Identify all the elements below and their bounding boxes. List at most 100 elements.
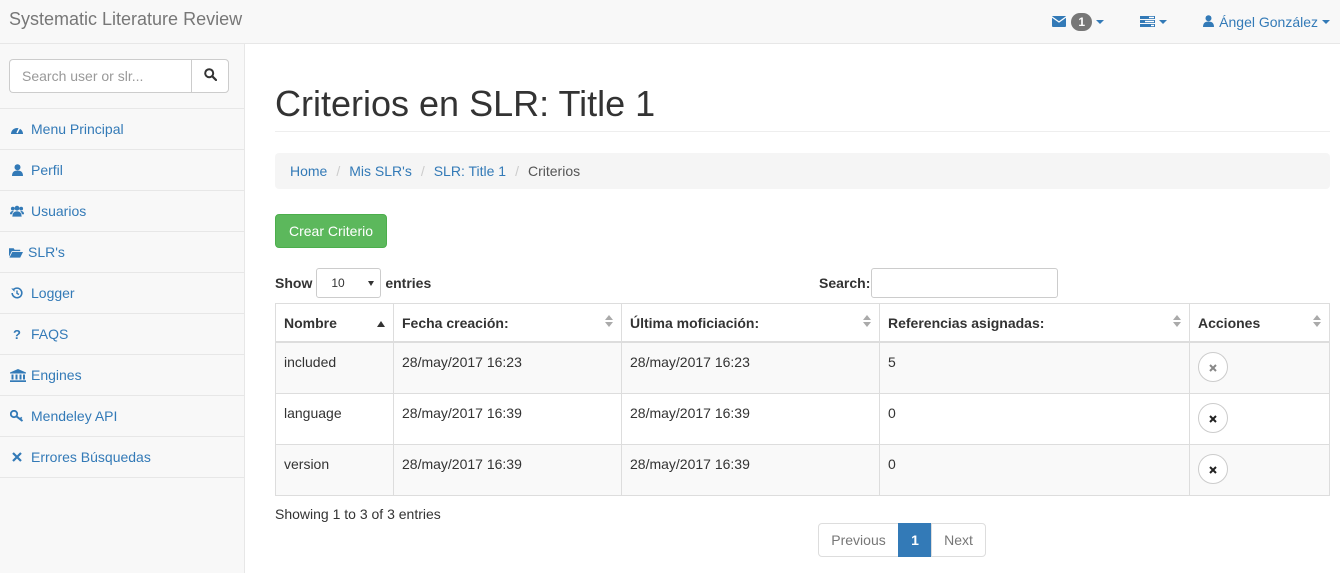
sidebar-item-faqs[interactable]: ? FAQS bbox=[0, 314, 244, 355]
users-icon bbox=[10, 204, 24, 218]
title-divider bbox=[275, 131, 1330, 132]
sidebar-item-label: Mendeley API bbox=[31, 408, 118, 424]
tasks-dropdown[interactable] bbox=[1130, 14, 1193, 30]
sidebar-item-label: Errores Búsquedas bbox=[31, 449, 151, 465]
entries-label: entries bbox=[385, 275, 432, 291]
breadcrumb: Home / Mis SLR's / SLR: Title 1 / Criter… bbox=[275, 153, 1330, 189]
cell-referencias: 0 bbox=[879, 443, 1190, 496]
chevron-down-icon bbox=[1322, 20, 1330, 24]
envelope-icon bbox=[1051, 14, 1067, 30]
cell-acciones bbox=[1189, 392, 1330, 445]
sidebar-item-slrs[interactable]: SLR's bbox=[0, 232, 244, 273]
chevron-down-icon bbox=[368, 280, 375, 286]
table-filter: Search: bbox=[819, 268, 1059, 298]
cell-nombre: version bbox=[275, 443, 394, 496]
cell-ultima-modificacion: 28/may/2017 16:23 bbox=[621, 341, 880, 394]
sidebar-item-label: Menu Principal bbox=[31, 121, 124, 137]
table-search-label: Search: bbox=[819, 275, 871, 291]
table-header-row: Nombre Fecha creación: Última moficiació… bbox=[275, 303, 1330, 343]
table-info: Showing 1 to 3 of 3 entries bbox=[275, 506, 441, 522]
table-row: included 28/may/2017 16:23 28/may/2017 1… bbox=[275, 341, 1330, 394]
table-search-input[interactable] bbox=[871, 268, 1059, 298]
criteria-table: Nombre Fecha creación: Última moficiació… bbox=[275, 303, 1330, 496]
sidebar-item-label: Usuarios bbox=[31, 203, 87, 219]
table-row: language 28/may/2017 16:39 28/may/2017 1… bbox=[275, 392, 1330, 445]
delete-criterio-button[interactable] bbox=[1198, 402, 1228, 433]
top-navbar: Systematic Literature Review 1 Ángel Gon… bbox=[0, 0, 1340, 44]
cell-acciones bbox=[1189, 443, 1330, 496]
pagination: Previous 1 Next bbox=[818, 523, 986, 557]
dashboard-icon bbox=[10, 122, 24, 136]
user-name: Ángel González bbox=[1219, 14, 1318, 30]
breadcrumb-home[interactable]: Home bbox=[290, 163, 327, 179]
close-icon bbox=[1209, 461, 1217, 477]
pagination-page-1[interactable]: 1 bbox=[898, 523, 932, 557]
key-icon bbox=[10, 409, 24, 423]
column-header-nombre[interactable]: Nombre bbox=[275, 303, 394, 343]
cell-acciones bbox=[1189, 341, 1330, 394]
delete-criterio-button[interactable] bbox=[1198, 351, 1228, 382]
sidebar-item-label: Perfil bbox=[31, 162, 63, 178]
sidebar-item-engines[interactable]: Engines bbox=[0, 355, 244, 396]
pagination-next[interactable]: Next bbox=[931, 523, 986, 557]
sidebar-item-usuarios[interactable]: Usuarios bbox=[0, 191, 244, 232]
cell-referencias: 5 bbox=[879, 341, 1190, 394]
column-header-label: Última moficiación: bbox=[630, 315, 760, 332]
crear-criterio-button[interactable]: Crear Criterio bbox=[275, 214, 387, 248]
cell-ultima-modificacion: 28/may/2017 16:39 bbox=[621, 392, 880, 445]
sidebar-item-label: Logger bbox=[31, 285, 75, 301]
column-header-label: Fecha creación: bbox=[402, 315, 509, 332]
close-icon bbox=[1209, 410, 1217, 426]
sidebar-item-errores-busquedas[interactable]: Errores Búsquedas bbox=[0, 437, 244, 478]
sidebar-item-perfil[interactable]: Perfil bbox=[0, 150, 244, 191]
search-icon bbox=[203, 68, 217, 84]
sidebar-item-label: SLR's bbox=[28, 244, 65, 260]
column-header-ultima-modificacion[interactable]: Última moficiación: bbox=[621, 303, 880, 343]
cell-ultima-modificacion: 28/may/2017 16:39 bbox=[621, 443, 880, 496]
page-length-value: 10 bbox=[331, 276, 345, 290]
column-header-label: Nombre bbox=[284, 315, 337, 332]
sidebar-item-logger[interactable]: Logger bbox=[0, 273, 244, 314]
sidebar-item-mendeley-api[interactable]: Mendeley API bbox=[0, 396, 244, 437]
sort-icon bbox=[1313, 314, 1321, 330]
sidebar: Menu Principal Perfil Usuarios SLR's Log… bbox=[0, 44, 245, 573]
page-length-control: Show 10 entries bbox=[275, 268, 431, 298]
breadcrumb-slr[interactable]: SLR: Title 1 bbox=[434, 163, 506, 179]
breadcrumb-separator: / bbox=[515, 163, 519, 179]
delete-criterio-button[interactable] bbox=[1198, 453, 1228, 484]
user-dropdown[interactable]: Ángel González bbox=[1193, 14, 1340, 30]
page-length-select[interactable]: 10 bbox=[316, 268, 382, 298]
search-button[interactable] bbox=[191, 59, 229, 93]
sidebar-item-menu-principal[interactable]: Menu Principal bbox=[0, 109, 244, 150]
sort-ascending-icon bbox=[377, 314, 385, 330]
show-label: Show bbox=[275, 275, 313, 291]
messages-dropdown[interactable]: 1 bbox=[1042, 13, 1130, 31]
column-header-referencias[interactable]: Referencias asignadas: bbox=[879, 303, 1190, 343]
column-header-label: Acciones bbox=[1198, 315, 1261, 332]
breadcrumb-mis-slrs[interactable]: Mis SLR's bbox=[349, 163, 412, 179]
column-header-acciones[interactable]: Acciones bbox=[1189, 303, 1330, 343]
history-icon bbox=[10, 286, 24, 300]
cell-fecha-creacion: 28/may/2017 16:23 bbox=[393, 341, 622, 394]
cell-fecha-creacion: 28/may/2017 16:39 bbox=[393, 443, 622, 496]
search-input[interactable] bbox=[9, 59, 191, 93]
column-header-label: Referencias asignadas: bbox=[888, 315, 1045, 332]
sidebar-item-label: FAQS bbox=[31, 326, 69, 342]
sort-icon bbox=[863, 314, 871, 330]
app-brand[interactable]: Systematic Literature Review bbox=[9, 9, 242, 30]
user-icon bbox=[10, 163, 24, 177]
breadcrumb-separator: / bbox=[336, 163, 341, 179]
pagination-previous[interactable]: Previous bbox=[818, 523, 899, 557]
messages-count-badge: 1 bbox=[1071, 13, 1093, 31]
sort-icon bbox=[1173, 314, 1181, 330]
user-icon bbox=[1203, 14, 1215, 30]
table-row: version 28/may/2017 16:39 28/may/2017 16… bbox=[275, 443, 1330, 496]
column-header-fecha-creacion[interactable]: Fecha creación: bbox=[393, 303, 622, 343]
sort-icon bbox=[605, 314, 613, 330]
breadcrumb-separator: / bbox=[420, 163, 425, 179]
cell-referencias: 0 bbox=[879, 392, 1190, 445]
close-icon bbox=[1209, 359, 1217, 375]
bank-icon bbox=[10, 368, 26, 382]
times-icon bbox=[10, 450, 24, 464]
breadcrumb-current: Criterios bbox=[527, 163, 581, 179]
